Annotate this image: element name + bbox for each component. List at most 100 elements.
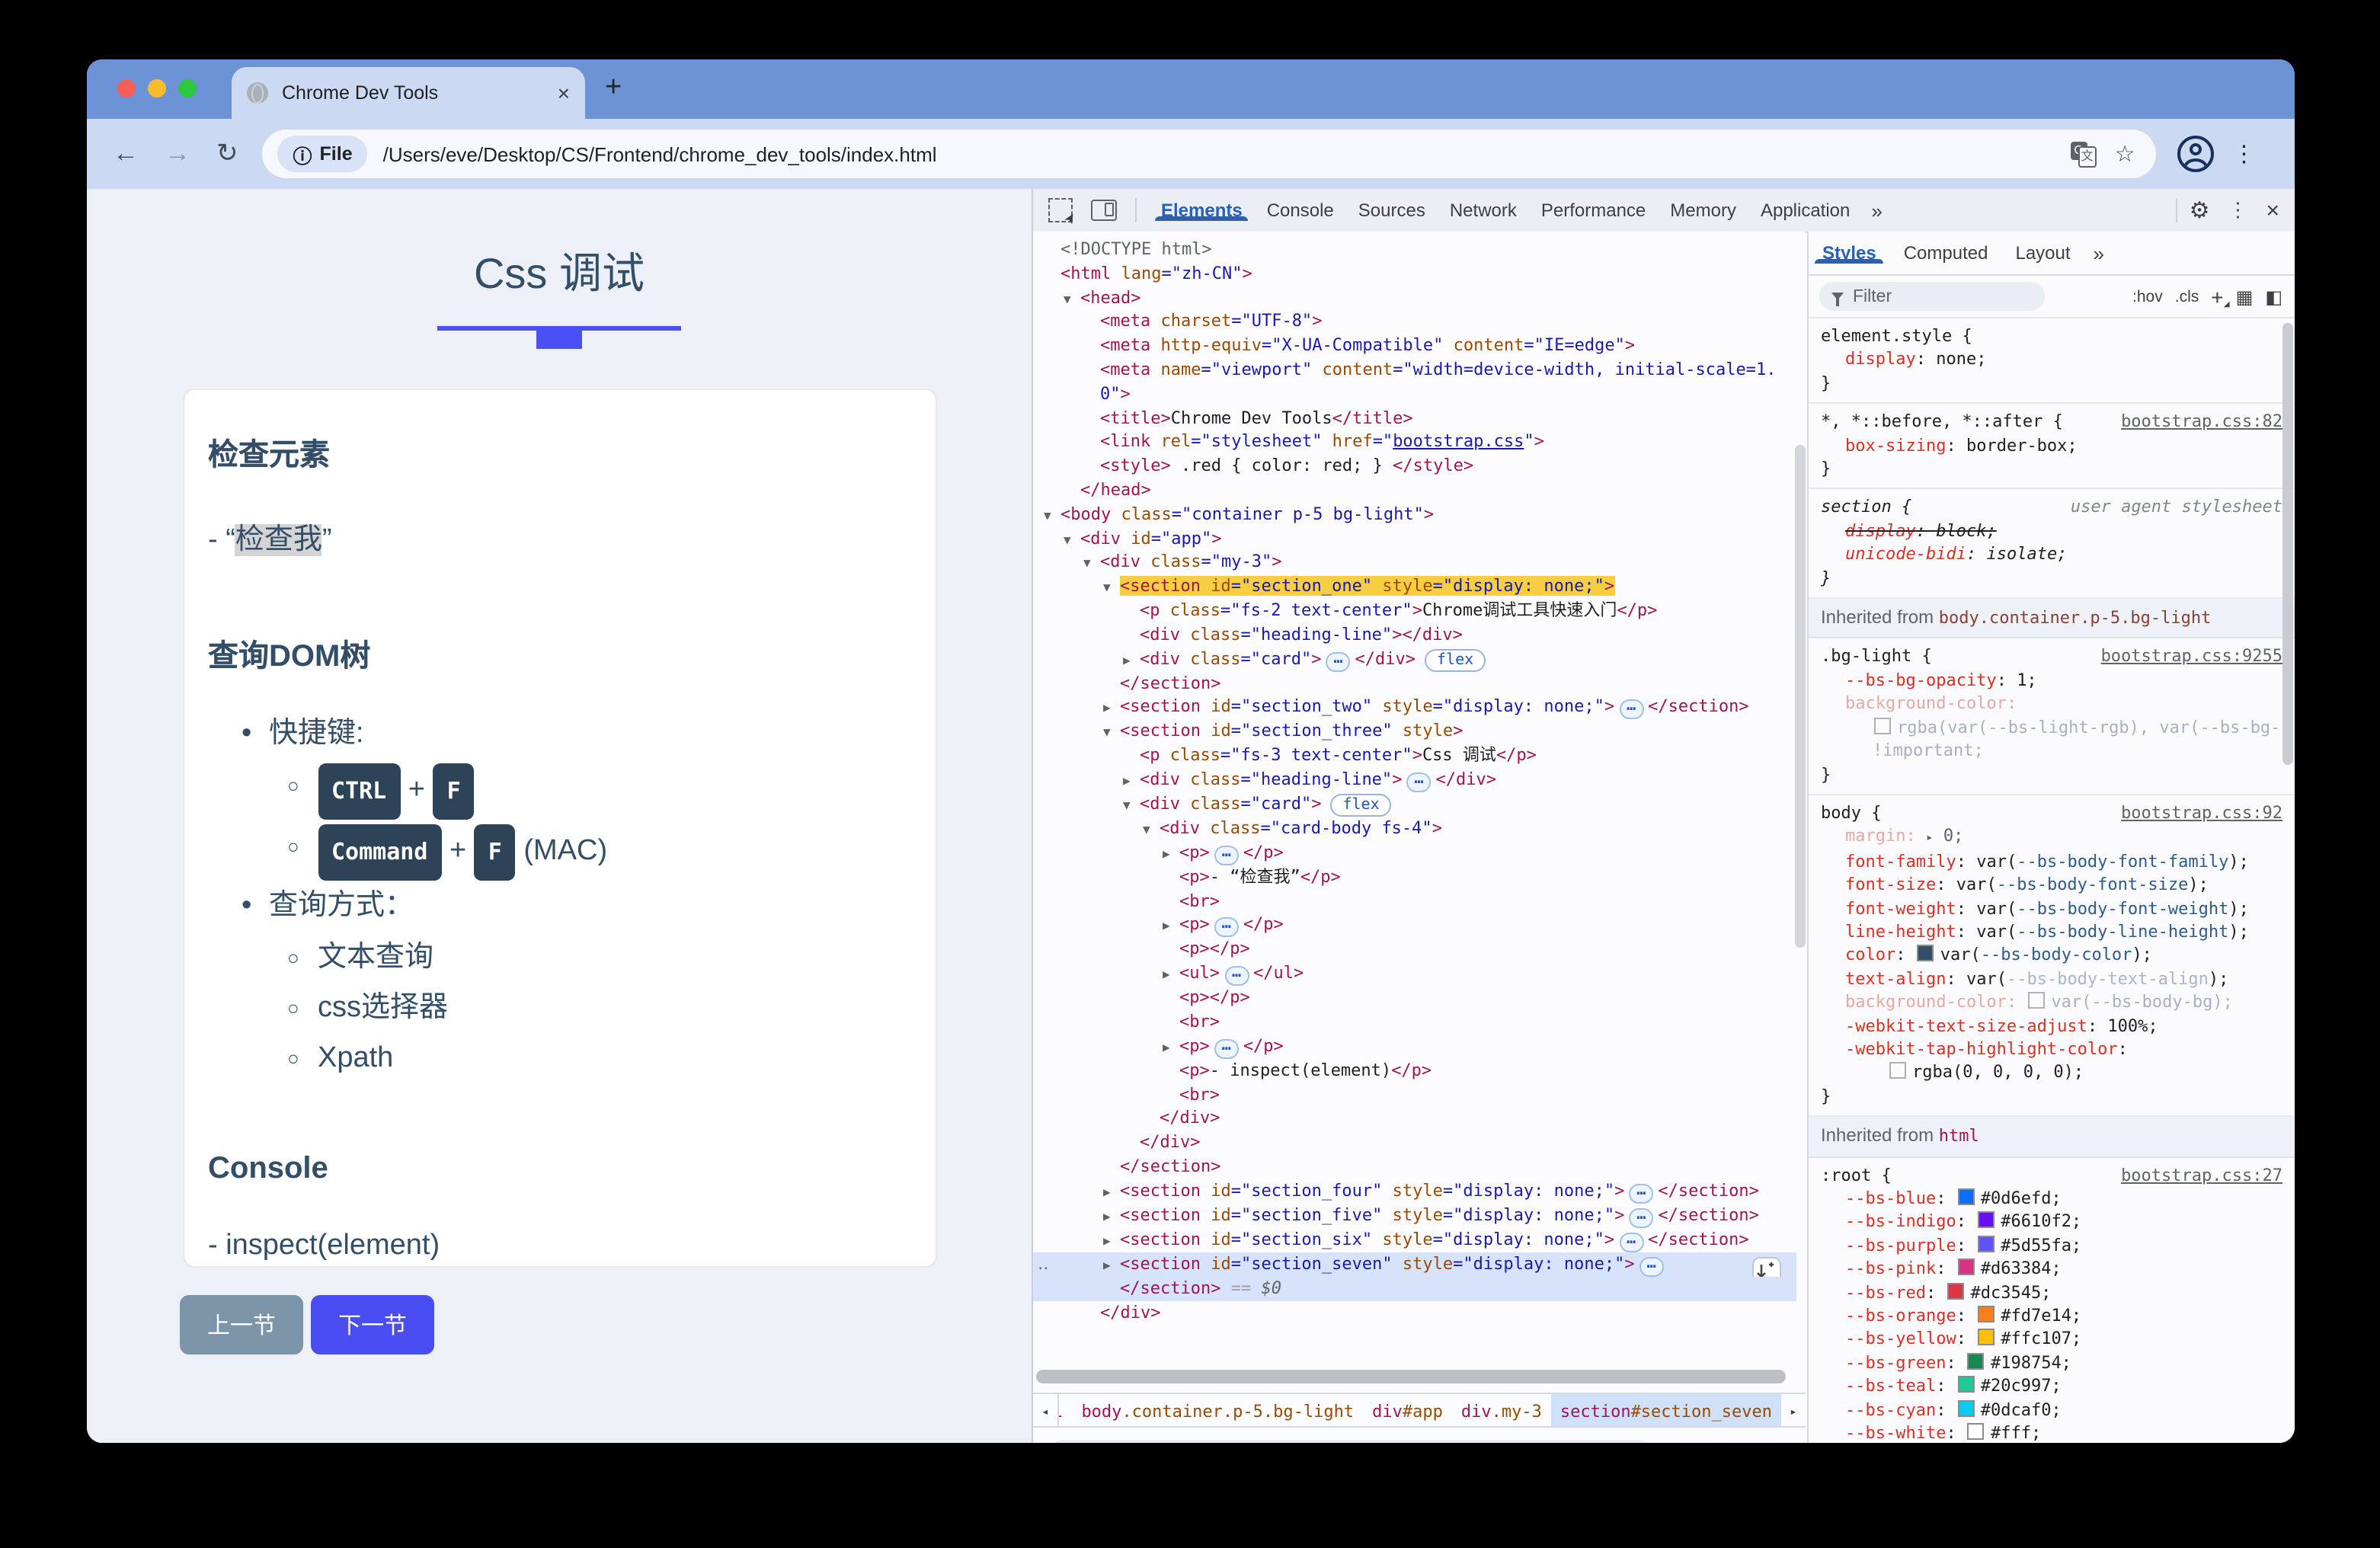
css-property[interactable]: --bs-green: #198754;: [1821, 1351, 2282, 1375]
url-bar[interactable]: ⓘ File /Users/eve/Desktop/CS/Frontend/ch…: [263, 130, 2157, 178]
color-swatch[interactable]: [1978, 1212, 1995, 1229]
expand-arrow-icon[interactable]: ▶: [1163, 963, 1170, 987]
color-swatch[interactable]: [1978, 1236, 1995, 1252]
collapse-arrow-icon[interactable]: ▼: [1103, 721, 1111, 746]
breadcrumb-item[interactable]: body.container.p-5.bg-light: [1072, 1394, 1363, 1428]
stylesheet-source-link[interactable]: bootstrap.css:92: [2109, 801, 2282, 825]
expand-arrow-icon[interactable]: ▶: [1103, 1180, 1111, 1204]
color-swatch[interactable]: [1968, 1423, 1985, 1440]
dom-tree-line[interactable]: ‥▶<section id="section_seven" style="dis…: [1033, 1252, 1796, 1276]
translate-icon[interactable]: G文: [2071, 141, 2097, 167]
styles-more-tabs-icon[interactable]: »: [2084, 241, 2113, 264]
css-property[interactable]: margin: ▸ 0;: [1821, 825, 2282, 850]
dom-tree-line[interactable]: 0">: [1033, 382, 1796, 407]
breadcrumb-item[interactable]: div.my-3: [1452, 1394, 1551, 1428]
minimize-window-button[interactable]: [148, 79, 166, 98]
zoom-window-button[interactable]: [178, 79, 197, 98]
dom-tree-line[interactable]: </div>: [1033, 1107, 1796, 1131]
css-property[interactable]: box-sizing: border-box;: [1821, 433, 2282, 457]
css-property[interactable]: color: var(--bs-body-color);: [1821, 944, 2282, 968]
dom-tree-line[interactable]: <p class="fs-2 text-center">Chrome调试工具快速…: [1033, 599, 1796, 623]
find-input[interactable]: Find by string, selector, or XPath: [1045, 1439, 1655, 1443]
dom-tree-line[interactable]: <p></p>: [1033, 938, 1796, 962]
elements-vertical-scrollbar[interactable]: [1795, 445, 1806, 948]
css-rule[interactable]: section {user agent stylesheetdisplay: b…: [1809, 490, 2295, 599]
expand-arrow-icon[interactable]: ▶: [1103, 697, 1111, 721]
ellipsis-badge[interactable]: …: [1326, 651, 1350, 671]
dom-tree-line[interactable]: ▶<p>…</p>: [1033, 1034, 1796, 1058]
dom-tree-line[interactable]: <br>: [1033, 1010, 1796, 1035]
dom-tree-line[interactable]: ▶<section id="section_four" style="displ…: [1033, 1179, 1796, 1203]
elements-horizontal-scrollbar[interactable]: [1036, 1370, 1786, 1383]
profile-avatar-icon[interactable]: [2178, 136, 2215, 172]
expand-arrow-icon[interactable]: ▶: [1123, 648, 1131, 673]
css-rule[interactable]: *, *::before, *::after {bootstrap.css:82…: [1809, 404, 2295, 489]
dom-tree-line[interactable]: </section>: [1033, 671, 1796, 696]
browser-tab[interactable]: Chrome Dev Tools ×: [232, 67, 585, 119]
dom-tree-line[interactable]: ▶<div class="card">…</div>flex: [1033, 647, 1796, 671]
transparent-color-swatch[interactable]: [2028, 992, 2045, 1009]
dom-tree-line[interactable]: <!DOCTYPE html>: [1033, 238, 1796, 262]
dom-tree-line[interactable]: ▼<div class="card-body fs-4">: [1033, 817, 1796, 841]
ellipsis-badge[interactable]: …: [1224, 966, 1249, 986]
collapse-arrow-icon[interactable]: ▼: [1083, 552, 1091, 577]
css-property[interactable]: --bs-yellow: #ffc107;: [1821, 1328, 2282, 1351]
sidebar-tab-styles[interactable]: Styles: [1809, 241, 1890, 263]
sidebar-tab-layout[interactable]: Layout: [2001, 241, 2084, 263]
dom-tree-line[interactable]: <p>- inspect(element)</p>: [1033, 1058, 1796, 1083]
settings-gear-icon[interactable]: ⚙: [2190, 197, 2210, 224]
dom-tree-line[interactable]: </div>: [1033, 1131, 1796, 1155]
color-swatch[interactable]: [1958, 1259, 1975, 1275]
dom-tree-line[interactable]: ▼<body class="container p-5 bg-light">: [1033, 503, 1796, 527]
css-property[interactable]: display: none;: [1821, 348, 2282, 372]
css-property[interactable]: --bs-red: #dc3545;: [1821, 1281, 2282, 1304]
dom-tree-line[interactable]: ▼<div class="card">flex: [1033, 792, 1796, 817]
devtools-tab-sources[interactable]: Sources: [1346, 199, 1438, 220]
css-property[interactable]: --bs-teal: #20c997;: [1821, 1375, 2282, 1399]
expand-arrow-icon[interactable]: ▶: [1123, 769, 1131, 794]
dom-tree-line[interactable]: ▶<section id="section_two" style="displa…: [1033, 696, 1796, 720]
browser-menu-kebab-icon[interactable]: ⋮: [2233, 140, 2256, 168]
css-property[interactable]: font-weight: var(--bs-body-font-weight);: [1821, 897, 2282, 920]
dom-tree-line[interactable]: <title>Chrome Dev Tools</title>: [1033, 406, 1796, 430]
reload-icon[interactable]: ↻: [216, 139, 238, 169]
css-property[interactable]: --bs-cyan: #0dcaf0;: [1821, 1398, 2282, 1422]
dom-tree-line[interactable]: ▼<div class="my-3">: [1033, 551, 1796, 575]
close-window-button[interactable]: [117, 79, 136, 98]
flex-badge[interactable]: flex: [1425, 648, 1486, 671]
css-property[interactable]: !important;: [1821, 739, 2282, 763]
dom-tree-line[interactable]: ▼<section id="section_one" style="displa…: [1033, 574, 1796, 599]
toggle-class-button[interactable]: .cls: [2175, 287, 2199, 305]
ellipsis-badge[interactable]: …: [1214, 845, 1239, 865]
css-property[interactable]: --bs-pink: #d63384;: [1821, 1257, 2282, 1281]
dom-tree-line[interactable]: </section> == $0: [1033, 1276, 1796, 1300]
sidebar-toggle-icon[interactable]: ◧: [2265, 286, 2282, 307]
dom-tree-line[interactable]: <div class="heading-line"></div>: [1033, 623, 1796, 648]
more-tabs-icon[interactable]: »: [1862, 199, 1891, 222]
css-property[interactable]: --bs-orange: #fd7e14;: [1821, 1304, 2282, 1328]
tab-close-icon[interactable]: ×: [558, 81, 570, 105]
dom-tree-line[interactable]: ▶<div class="heading-line">…</div>: [1033, 768, 1796, 792]
expand-arrow-icon[interactable]: ▶: [1163, 915, 1170, 939]
css-property[interactable]: unicode-bidi: isolate;: [1821, 543, 2282, 567]
breadcrumb-item[interactable]: div#app: [1363, 1394, 1452, 1428]
expand-arrow-icon[interactable]: ▶: [1103, 1229, 1111, 1253]
ellipsis-badge[interactable]: …: [1406, 772, 1431, 792]
css-property[interactable]: font-family: var(--bs-body-font-family);: [1821, 849, 2282, 873]
css-property[interactable]: rgba(var(--bs-light-rgb), var(--bs-bg-: [1821, 715, 2282, 739]
css-property[interactable]: --bs-bg-opacity: 1;: [1821, 669, 2282, 692]
ellipsis-badge[interactable]: …: [1629, 1183, 1653, 1203]
css-property[interactable]: --bs-indigo: #6610f2;: [1821, 1211, 2282, 1234]
ellipsis-badge[interactable]: …: [1629, 1207, 1653, 1227]
devtools-tab-application[interactable]: Application: [1748, 199, 1862, 220]
bookmark-star-icon[interactable]: ☆: [2115, 140, 2135, 168]
color-swatch[interactable]: [1918, 945, 1934, 962]
rendering-emulation-icon[interactable]: ▦: [2236, 286, 2254, 307]
css-property[interactable]: -webkit-text-size-adjust: 100%;: [1821, 1014, 2282, 1038]
ellipsis-badge[interactable]: …: [1214, 1038, 1239, 1058]
dom-tree-line[interactable]: <p>- “检查我”</p>: [1033, 865, 1796, 889]
new-style-rule-icon[interactable]: +: [2211, 284, 2223, 309]
css-rule[interactable]: .bg-light {bootstrap.css:9255--bs-bg-opa…: [1809, 639, 2295, 795]
device-toolbar-icon[interactable]: [1091, 200, 1117, 221]
dom-tree-line[interactable]: <style> .red { color: red; } </style>: [1033, 454, 1796, 478]
